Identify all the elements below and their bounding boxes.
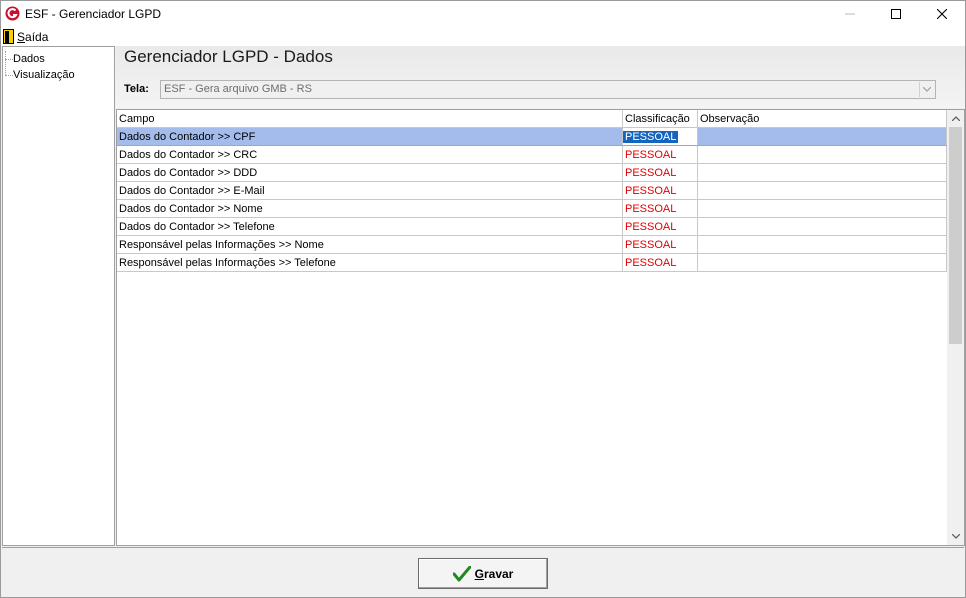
tree-connector [5, 51, 6, 75]
tree-connector [5, 75, 13, 76]
cell-classificacao[interactable]: PESSOAL [623, 254, 698, 271]
scroll-thumb[interactable] [949, 127, 962, 344]
vertical-scrollbar[interactable] [947, 110, 964, 545]
cell-observacao[interactable] [698, 254, 947, 271]
cell-campo[interactable]: Dados do Contador >> DDD [117, 164, 623, 181]
cell-campo[interactable]: Dados do Contador >> E-Mail [117, 182, 623, 199]
chevron-down-icon [951, 534, 960, 539]
cell-classificacao[interactable]: PESSOAL [623, 236, 698, 253]
cell-observacao[interactable] [698, 128, 947, 145]
checkmark-icon [452, 565, 471, 581]
cell-classificacao[interactable]: PESSOAL [623, 164, 698, 181]
table-row[interactable]: Dados do Contador >> CRC PESSOAL [117, 146, 947, 164]
save-button-label: Gravar [474, 566, 514, 581]
footer-bar: Gravar [2, 547, 964, 597]
maximize-button[interactable] [873, 1, 919, 27]
maximize-icon [891, 9, 901, 19]
minimize-icon [845, 13, 855, 15]
column-header-observacao[interactable]: Observação [698, 110, 947, 127]
cell-classificacao-value: PESSOAL [623, 131, 679, 143]
cell-classificacao[interactable]: PESSOAL [623, 128, 698, 145]
cell-campo[interactable]: Responsável pelas Informações >> Telefon… [117, 254, 623, 271]
page-header: Gerenciador LGPD - Dados Tela: ESF - Ger… [116, 46, 965, 108]
cell-campo[interactable]: Dados do Contador >> Nome [117, 200, 623, 217]
cell-observacao[interactable] [698, 236, 947, 253]
cell-classificacao[interactable]: PESSOAL [623, 218, 698, 235]
chevron-up-icon [951, 116, 960, 121]
cell-campo[interactable]: Dados do Contador >> CRC [117, 146, 623, 163]
table-row[interactable]: Dados do Contador >> E-Mail PESSOAL [117, 182, 947, 200]
menu-exit-label: Saída [17, 29, 49, 44]
table-row[interactable]: Responsável pelas Informações >> Nome PE… [117, 236, 947, 254]
cell-classificacao[interactable]: PESSOAL [623, 182, 698, 199]
scroll-down-button[interactable] [947, 528, 964, 545]
tela-select[interactable]: ESF - Gera arquivo GMB - RS [160, 80, 936, 99]
chevron-down-icon [923, 87, 931, 92]
cell-observacao[interactable] [698, 182, 947, 199]
page-title: Gerenciador LGPD - Dados [124, 47, 333, 66]
data-grid: Campo Classificação Observação Dados do … [116, 109, 965, 546]
tree-item-dados[interactable]: Dados [13, 52, 45, 66]
close-icon [937, 9, 947, 19]
cell-campo[interactable]: Dados do Contador >> CPF [117, 128, 623, 145]
app-window: ESF - Gerenciador LGPD Saída Dados Visua… [0, 0, 966, 598]
window-title: ESF - Gerenciador LGPD [25, 7, 162, 21]
column-header-classificacao[interactable]: Classificação [623, 110, 698, 127]
table-row[interactable]: Dados do Contador >> DDD PESSOAL [117, 164, 947, 182]
table-row[interactable]: Dados do Contador >> Telefone PESSOAL [117, 218, 947, 236]
cell-observacao[interactable] [698, 164, 947, 181]
table-row[interactable]: Responsável pelas Informações >> Telefon… [117, 254, 947, 272]
cell-campo[interactable]: Responsável pelas Informações >> Nome [117, 236, 623, 253]
tela-label: Tela: [124, 83, 149, 95]
tela-dropdown-button[interactable] [919, 82, 934, 97]
table-row[interactable]: Dados do Contador >> Nome PESSOAL [117, 200, 947, 218]
save-button[interactable]: Gravar [418, 558, 548, 589]
tree-connector [5, 59, 13, 60]
exit-door-icon [3, 29, 14, 44]
column-header-campo[interactable]: Campo [117, 110, 623, 127]
tela-select-value: ESF - Gera arquivo GMB - RS [164, 83, 312, 95]
scroll-up-button[interactable] [947, 110, 964, 127]
cell-observacao[interactable] [698, 218, 947, 235]
cell-classificacao[interactable]: PESSOAL [623, 200, 698, 217]
close-button[interactable] [919, 1, 965, 27]
app-logo-icon [5, 6, 20, 21]
tree-item-visualizacao[interactable]: Visualização [13, 68, 75, 82]
grid-header: Campo Classificação Observação [117, 110, 947, 128]
navigation-tree: Dados Visualização [2, 46, 115, 546]
cell-campo[interactable]: Dados do Contador >> Telefone [117, 218, 623, 235]
menu-bar: Saída [1, 27, 965, 46]
menu-exit[interactable]: Saída [3, 28, 48, 45]
cell-observacao[interactable] [698, 146, 947, 163]
minimize-button[interactable] [827, 1, 873, 27]
cell-classificacao[interactable]: PESSOAL [623, 146, 698, 163]
title-bar: ESF - Gerenciador LGPD [1, 1, 965, 27]
table-row[interactable]: Dados do Contador >> CPF PESSOAL [117, 128, 947, 146]
cell-observacao[interactable] [698, 200, 947, 217]
